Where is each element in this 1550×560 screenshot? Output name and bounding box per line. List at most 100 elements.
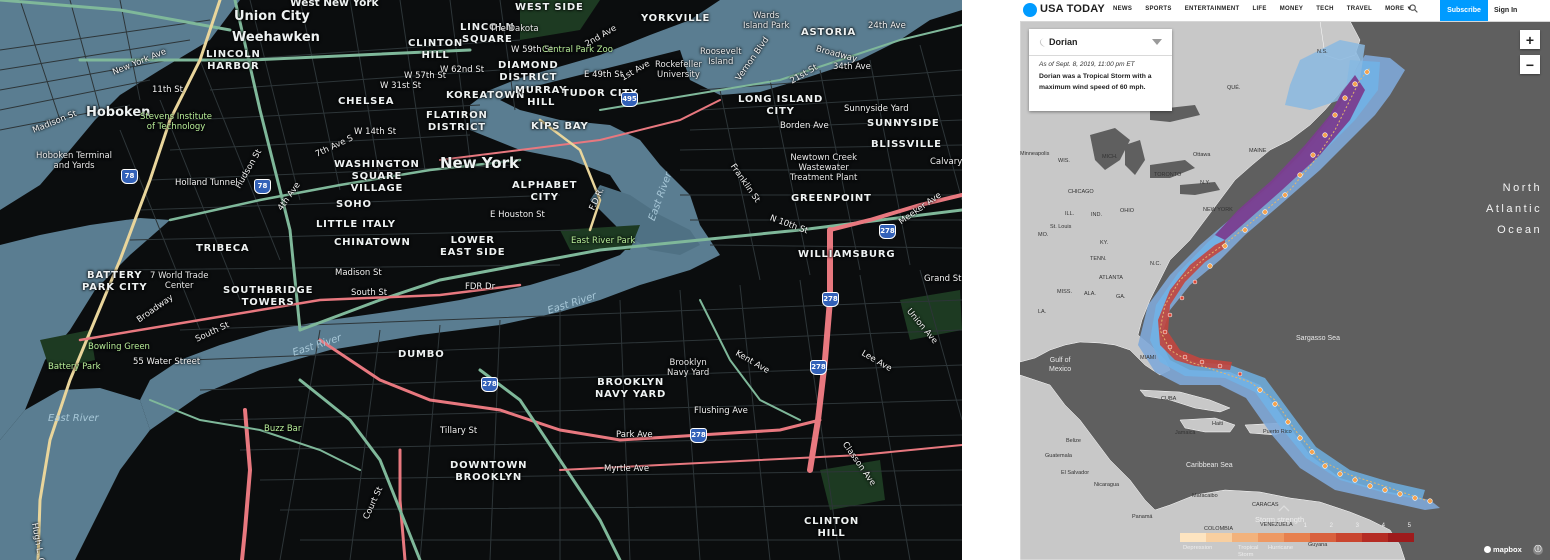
district-chelsea: CHELSEA	[338, 96, 395, 107]
street-madison: Madison St	[335, 268, 382, 278]
nav-news[interactable]: NEWS	[1113, 6, 1132, 12]
geo-wis: WIS.	[1058, 158, 1070, 164]
usa-today-logo-dot-icon[interactable]	[1023, 3, 1037, 17]
info-icon[interactable]: ⓘ	[1533, 545, 1543, 555]
street-myrtle: Myrtle Ave	[604, 464, 650, 474]
sea-caribbean: Caribbean Sea	[1186, 462, 1233, 469]
chevron-down-icon	[1152, 39, 1162, 45]
district-murray-hill: MURRAY HILL	[515, 85, 568, 108]
street-w62: W 62nd St	[440, 65, 485, 75]
district-union-city: Union City	[234, 9, 310, 24]
legend-swatch	[1258, 533, 1284, 542]
geo-guyana: Guyana	[1308, 542, 1328, 548]
geo-ns: N.S.	[1317, 49, 1328, 55]
poi-battery-park: Battery Park	[48, 362, 101, 372]
interstate-495-shield: 495	[621, 92, 638, 107]
nav-entertainment[interactable]: ENTERTAINMENT	[1185, 6, 1240, 12]
geo-ind: IND.	[1091, 212, 1102, 218]
district-clinton-hill-south: CLINTON HILL	[804, 516, 860, 539]
geo-panama: Panamá	[1132, 514, 1153, 520]
nav-tech[interactable]: TECH	[1316, 6, 1334, 12]
interstate-78-shield-2: 78	[254, 179, 271, 194]
sign-in-link[interactable]: Sign In	[1494, 0, 1517, 21]
usa-today-logo[interactable]: USA TODAY	[1040, 3, 1105, 15]
district-alphabet-city: ALPHABET CITY	[512, 180, 578, 203]
street-sunnyside-yard: Sunnyside Yard	[844, 104, 909, 114]
street-holland-tunnel: Holland Tunnel	[175, 178, 238, 188]
geo-toronto: TORONTO	[1154, 172, 1182, 178]
interstate-78-shield: 78	[121, 169, 138, 184]
storm-strength-legend: 1 2 3 4 5	[1180, 523, 1414, 542]
district-southbridge-towers: SOUTHBRIDGE TOWERS	[223, 285, 314, 308]
zoom-out-button[interactable]: −	[1520, 55, 1540, 74]
street-w31: W 31st St	[380, 81, 422, 91]
street-south-1: South St	[351, 288, 388, 298]
district-long-island-city: LONG ISLAND CITY	[738, 94, 824, 117]
geo-jamaica: Jamaica	[1175, 430, 1196, 436]
district-lower-east-side: LOWER EAST SIDE	[440, 235, 506, 258]
district-flatiron: FLATIRON DISTRICT	[426, 110, 488, 133]
sea-gulf-of-mexico: Gulf of Mexico	[1049, 357, 1072, 373]
legend-category-number: 2	[1329, 523, 1333, 529]
storm-as-of: As of Sept. 8, 2019, 11:00 pm ET	[1039, 61, 1135, 68]
district-little-italy: LITTLE ITALY	[316, 219, 396, 230]
legend-swatch	[1180, 533, 1206, 542]
nav-sports[interactable]: SPORTS	[1145, 6, 1171, 12]
storm-select-dropdown[interactable]: Dorian	[1029, 29, 1172, 56]
mapbox-icon	[1484, 546, 1491, 553]
geo-el-salvador: El Salvador	[1061, 470, 1090, 476]
geo-st-louis: St. Louis	[1050, 224, 1072, 230]
district-dumbo: DUMBO	[398, 349, 445, 360]
nav-life[interactable]: LIFE	[1252, 6, 1266, 12]
storm-icon	[1039, 38, 1045, 47]
district-kips-bay: KIPS BAY	[531, 121, 589, 132]
district-chinatown: CHINATOWN	[334, 237, 411, 248]
water-east-river-3: East River	[48, 413, 99, 424]
street-borden: Borden Ave	[780, 121, 829, 131]
interstate-278-shield: 278	[879, 224, 896, 239]
sea-sargasso: Sargasso Sea	[1296, 335, 1340, 342]
street-24th: 24th Ave	[868, 21, 906, 31]
nav-travel[interactable]: TRAVEL	[1347, 6, 1372, 12]
search-icon[interactable]	[1409, 4, 1418, 13]
legend-toggle-chevron-up-icon[interactable]	[1278, 504, 1290, 512]
geo-que: QUÉ.	[1227, 85, 1241, 91]
ocean-north-atlantic: North Atlantic Ocean	[1486, 182, 1543, 236]
poi-hoboken-terminal: Hoboken Terminal and Yards	[36, 151, 113, 171]
legend-category-number: 5	[1407, 523, 1411, 529]
geo-la: LA.	[1038, 309, 1047, 315]
district-calvary: Calvary	[930, 157, 962, 167]
zoom-in-button[interactable]: +	[1520, 30, 1540, 49]
interstate-278-shield-2: 278	[822, 292, 839, 307]
mapbox-logo[interactable]: mapbox	[1484, 545, 1522, 554]
nav-more-label: MORE	[1385, 6, 1405, 12]
storm-description: Dorian was a Tropical Storm with a maxim…	[1039, 73, 1152, 91]
usa-today-storm-tracker[interactable]: N.S. QUÉ. MAINE Ottawa TORONTO N.Y. NEW …	[1020, 0, 1550, 560]
legend-swatch: 4	[1362, 523, 1388, 542]
nav-money[interactable]: MONEY	[1280, 6, 1304, 12]
poi-rockefeller-university: Rockefeller University	[655, 60, 702, 80]
subscribe-button[interactable]: Subscribe	[1440, 0, 1488, 21]
geo-ill: ILL.	[1065, 211, 1075, 217]
street-e-houston: E Houston St	[490, 210, 545, 220]
street-fdr-dr: FDR Dr	[465, 282, 496, 292]
district-yorkville: YORKVILLE	[641, 13, 711, 24]
geo-cuba: CUBA	[1161, 396, 1177, 402]
district-koreatown: KOREATOWN	[446, 90, 526, 101]
poi-newtown-creek: Newtown Creek Wastewater Treatment Plant	[790, 153, 858, 183]
geo-minneapolis: Minneapolis	[1020, 151, 1050, 157]
district-downtown-brooklyn: DOWNTOWN BROOKLYN	[450, 460, 528, 483]
district-astoria: ASTORIA	[801, 27, 857, 38]
interstate-278-shield-5: 278	[690, 428, 707, 443]
geo-ga: GA.	[1116, 294, 1126, 300]
geo-maine: MAINE	[1249, 148, 1267, 154]
district-williamsburg: WILLIAMSBURG	[798, 249, 896, 260]
geo-ny: N.Y.	[1200, 180, 1210, 186]
street-park: Park Ave	[616, 430, 653, 440]
street-e49: E 49th St	[584, 70, 624, 80]
district-sunnyside: SUNNYSIDE	[867, 118, 940, 129]
mapbox-label: mapbox	[1493, 545, 1522, 554]
main-nav: NEWS SPORTS ENTERTAINMENT LIFE MONEY TEC…	[1113, 6, 1413, 12]
legend-label-tropical-storm: Tropical Storm	[1238, 545, 1259, 558]
nyc-traffic-map[interactable]: Union City West New York Weehawken LINCO…	[0, 0, 962, 560]
